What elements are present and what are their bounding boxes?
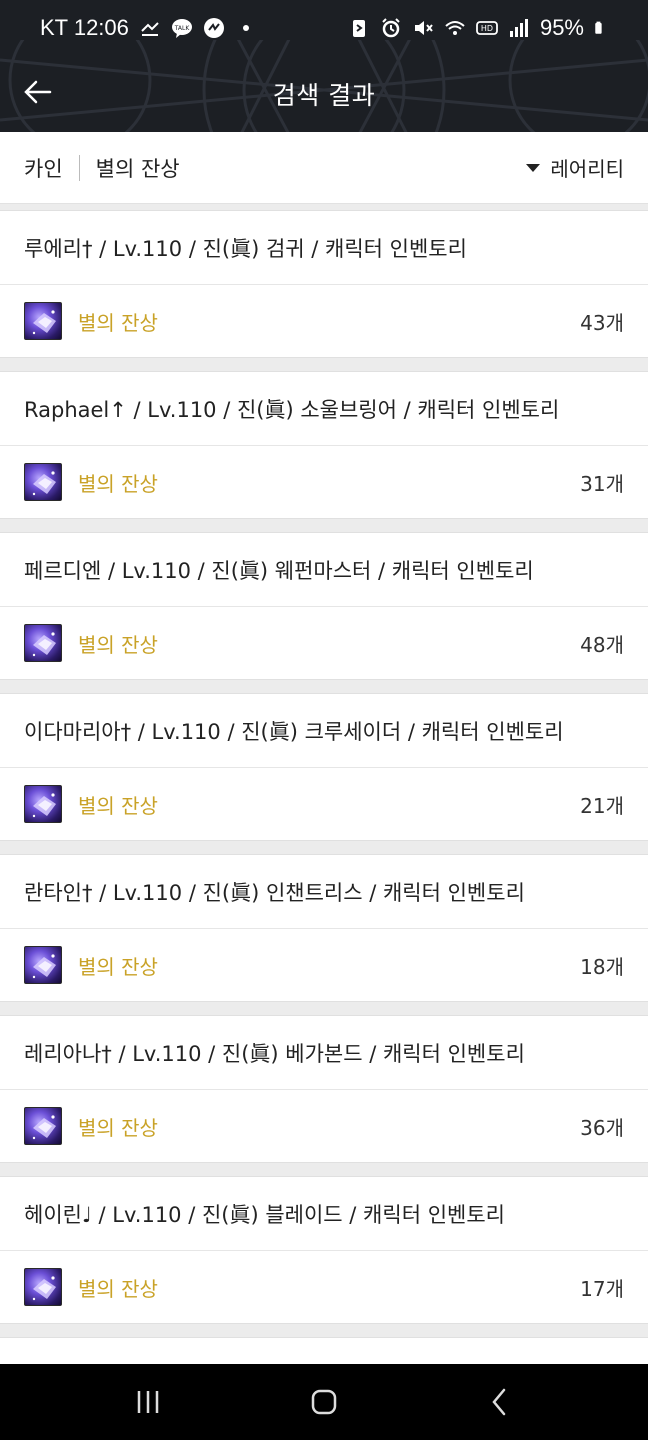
status-bar: KT 12:06 TALK HD 95% — [0, 0, 648, 56]
filter-bar: 카인 별의 잔상 레어리티 — [0, 132, 648, 204]
page-title: 검색 결과 — [272, 81, 376, 110]
carrier-time: KT 12:06 — [40, 15, 129, 40]
sort-label: 레어리티 — [550, 157, 624, 181]
wifi-icon — [445, 21, 465, 35]
character-info: 이다마리아† / Lv.110 / 진(眞) 크루세이더 / 캐릭터 인벤토리 — [0, 694, 648, 768]
battery-icon — [595, 21, 602, 34]
item-name: 별의 잔상 — [78, 793, 158, 818]
hd-icon: HD — [476, 21, 498, 35]
result-card[interactable]: 페르디엔 / Lv.110 / 진(眞) 웨펀마스터 / 캐릭터 인벤토리 별의… — [0, 532, 648, 680]
character-info: 헤이린♩ / Lv.110 / 진(眞) 블레이드 / 캐릭터 인벤토리 — [0, 1177, 648, 1251]
item-name: 별의 잔상 — [78, 1276, 158, 1301]
result-card[interactable]: 루에리† / Lv.110 / 진(眞) 검귀 / 캐릭터 인벤토리 별의 잔상… — [0, 210, 648, 358]
item-count: 48개 — [580, 632, 624, 657]
sort-dropdown[interactable]: 레어리티 — [526, 153, 624, 182]
star-shard-icon — [24, 785, 62, 823]
star-shard-icon — [24, 1268, 62, 1306]
system-nav-bar — [0, 1364, 648, 1440]
svg-text:TALK: TALK — [174, 25, 191, 32]
item-count: 21개 — [580, 793, 624, 818]
back-button[interactable] — [18, 72, 58, 112]
result-card[interactable]: 란타인† / Lv.110 / 진(眞) 인챈트리스 / 캐릭터 인벤토리 별의… — [0, 854, 648, 1002]
server-filter[interactable]: 카인 — [24, 153, 63, 183]
recent-apps-button[interactable] — [118, 1377, 178, 1427]
result-card[interactable] — [0, 1337, 648, 1364]
item-filter[interactable]: 별의 잔상 — [96, 153, 180, 183]
talk-icon: TALK — [171, 19, 192, 38]
mute-icon — [414, 21, 433, 35]
item-row[interactable]: 별의 잔상 48개 — [0, 607, 648, 679]
character-info: Raphael↑ / Lv.110 / 진(眞) 소울브링어 / 캐릭터 인벤토… — [0, 372, 648, 446]
app-icon — [203, 18, 224, 38]
item-row[interactable]: 별의 잔상 31개 — [0, 446, 648, 518]
battery-saver-icon — [352, 20, 365, 37]
star-shard-icon — [24, 302, 62, 340]
character-info: 루에리† / Lv.110 / 진(眞) 검귀 / 캐릭터 인벤토리 — [0, 211, 648, 285]
top-header-area: KT 12:06 TALK HD 95% 검색 결과 — [0, 0, 648, 132]
nav-back-button[interactable] — [470, 1377, 530, 1427]
item-name: 별의 잔상 — [78, 310, 158, 335]
item-count: 18개 — [580, 954, 624, 979]
character-info: 레리아나† / Lv.110 / 진(眞) 베가본드 / 캐릭터 인벤토리 — [0, 1016, 648, 1090]
star-shard-icon — [24, 463, 62, 501]
item-row[interactable]: 별의 잔상 43개 — [0, 285, 648, 357]
item-name: 별의 잔상 — [78, 1115, 158, 1140]
recent-apps-icon — [137, 1391, 159, 1413]
character-info: 페르디엔 / Lv.110 / 진(眞) 웨펀마스터 / 캐릭터 인벤토리 — [0, 533, 648, 607]
item-row[interactable]: 별의 잔상 18개 — [0, 929, 648, 1001]
back-icon — [492, 1388, 506, 1416]
caret-down-icon — [526, 163, 541, 172]
battery-level: 95% — [539, 15, 584, 40]
result-card[interactable]: Raphael↑ / Lv.110 / 진(眞) 소울브링어 / 캐릭터 인벤토… — [0, 371, 648, 519]
filter-divider — [78, 154, 80, 181]
home-icon — [311, 1389, 337, 1415]
star-shard-icon — [24, 946, 62, 984]
dot-icon — [242, 25, 249, 31]
home-button[interactable] — [294, 1377, 354, 1427]
svg-text:HD: HD — [481, 24, 493, 33]
item-row[interactable]: 별의 잔상 17개 — [0, 1251, 648, 1323]
alarm-icon — [382, 18, 400, 38]
item-count: 31개 — [580, 471, 624, 496]
character-info — [0, 1338, 648, 1364]
star-shard-icon — [24, 1107, 62, 1145]
result-card[interactable]: 이다마리아† / Lv.110 / 진(眞) 크루세이더 / 캐릭터 인벤토리 … — [0, 693, 648, 841]
character-info: 란타인† / Lv.110 / 진(眞) 인챈트리스 / 캐릭터 인벤토리 — [0, 855, 648, 929]
results-list: 루에리† / Lv.110 / 진(眞) 검귀 / 캐릭터 인벤토리 별의 잔상… — [0, 210, 648, 1364]
item-name: 별의 잔상 — [78, 471, 158, 496]
item-row[interactable]: 별의 잔상 21개 — [0, 768, 648, 840]
missed-call-icon — [141, 22, 159, 36]
item-count: 36개 — [580, 1115, 624, 1140]
item-row[interactable]: 별의 잔상 36개 — [0, 1090, 648, 1162]
item-name: 별의 잔상 — [78, 632, 158, 657]
result-card[interactable]: 레리아나† / Lv.110 / 진(眞) 베가본드 / 캐릭터 인벤토리 별의… — [0, 1015, 648, 1163]
star-shard-icon — [24, 624, 62, 662]
item-count: 17개 — [580, 1276, 624, 1301]
signal-icon — [509, 19, 528, 37]
item-name: 별의 잔상 — [78, 954, 158, 979]
arrow-left-icon — [24, 80, 52, 104]
item-count: 43개 — [580, 310, 624, 335]
result-card[interactable]: 헤이린♩ / Lv.110 / 진(眞) 블레이드 / 캐릭터 인벤토리 별의 … — [0, 1176, 648, 1324]
app-header: 검색 결과 — [0, 56, 648, 132]
